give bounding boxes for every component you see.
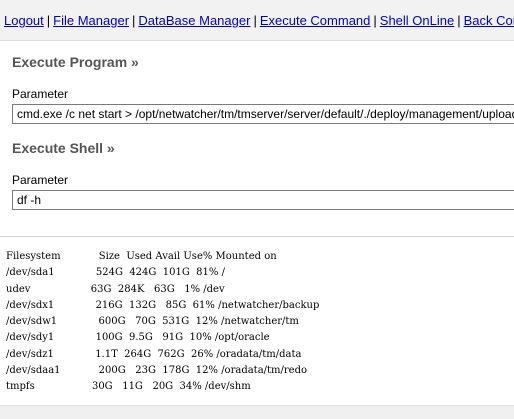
nav-separator: | [46,13,51,28]
shell-parameter-label: Parameter [12,173,69,187]
shell-online-link[interactable]: Shell OnLine [380,13,454,28]
back-connect-link[interactable]: Back Connect [464,13,514,28]
execute-program-title: Execute Program » [12,54,139,70]
output-row: /dev/sda1 524G 424G 101G 81% / [6,267,225,279]
command-output: Filesystem Size Used Avail Use% Mounted … [6,249,319,396]
bottom-bar [0,405,514,419]
program-parameter-label: Parameter [12,87,69,101]
file-manager-link[interactable]: File Manager [53,13,129,28]
nav-separator: | [132,13,136,28]
output-header: Filesystem Size Used Avail Use% Mounted … [6,251,277,262]
output-row: tmpfs 30G 11G 20G 34% /dev/shm [6,381,251,393]
output-row: /dev/sdy1 100G 9.5G 91G 10% /opt/oracle [6,332,270,344]
output-row: /dev/sdz1 1.1T 264G 762G 26% /oradata/tm… [6,348,302,360]
nav-separator: | [373,13,377,28]
command-output-area: Filesystem Size Used Avail Use% Mounted … [0,237,514,405]
database-manager-link[interactable]: DataBase Manager [138,13,250,28]
execute-command-link[interactable]: Execute Command [260,13,371,28]
top-nav-bar: Logout | File Manager | DataBase Manager | Exe… [0,0,514,41]
shell-parameter-input[interactable] [12,190,514,210]
nav-separator: | [457,13,461,28]
output-row: /dev/sdw1 600G 70G 531G 12% /netwatcher/… [6,316,299,328]
output-row: /dev/sdaa1 200G 23G 178G 12% /oradata/tm… [6,365,308,377]
nav-separator: | [253,13,257,28]
output-row: /dev/sdx1 216G 132G 85G 61% /netwatcher/… [6,299,320,311]
nav-links: Logout | File Manager | DataBase Manager | Exe… [4,13,514,29]
program-parameter-input[interactable] [12,104,514,124]
execute-shell-title: Execute Shell » [12,140,115,156]
command-panel: Execute Program » Parameter Execute Shel… [0,41,514,236]
logout-link[interactable]: Logout [4,13,44,28]
output-row: udev 63G 284K 63G 1% /dev [6,283,225,295]
page: Logout | File Manager | DataBase Manager | Exe… [0,0,514,419]
